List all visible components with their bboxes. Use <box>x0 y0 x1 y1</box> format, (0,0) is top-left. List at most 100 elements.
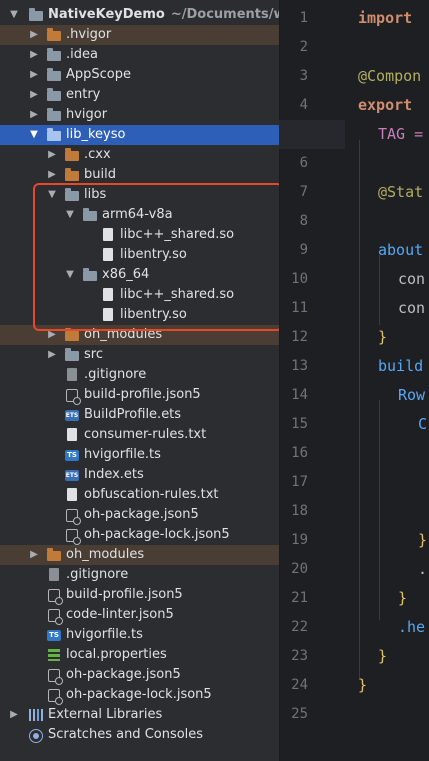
editor-gutter: 1 2 3 4 5 6 7 8 9 10 11 12 13 14 15 16 1… <box>279 0 353 761</box>
chevron-right-icon[interactable]: ▶ <box>46 145 58 165</box>
tree-item-file[interactable]: code-linter.json5 <box>0 605 279 625</box>
file-icon <box>100 248 116 262</box>
tree-item-label: src <box>84 347 103 362</box>
tree-item-label: .idea <box>66 47 98 62</box>
tree-item-file[interactable]: build-profile.json5 <box>0 385 279 405</box>
code-line-20: . <box>418 560 428 578</box>
tree-item-hvigor[interactable]: ▶ hvigor <box>0 105 279 125</box>
chevron-down-icon[interactable]: ▼ <box>64 205 76 225</box>
tree-item-x86-64[interactable]: ▼ x86_64 <box>0 265 279 285</box>
tree-item-label: hvigor <box>66 107 108 122</box>
tree-item-file[interactable]: libc++_shared.so <box>0 225 279 245</box>
tree-item-file[interactable]: oh-package.json5 <box>0 505 279 525</box>
code-line-15: C <box>418 415 428 433</box>
tree-item-entry[interactable]: ▶ entry <box>0 85 279 105</box>
gitignore-icon <box>46 568 62 582</box>
config-file-icon <box>64 528 81 545</box>
code-line-1: import <box>358 9 413 27</box>
tree-item-external-libraries[interactable]: ▶ External Libraries <box>0 705 279 725</box>
chevron-down-icon[interactable]: ▼ <box>46 185 58 205</box>
config-file-icon <box>46 588 63 605</box>
config-file-icon <box>46 668 63 685</box>
tree-item-file[interactable]: TS hvigorfile.ts <box>0 625 279 645</box>
line-number: 16 <box>291 445 308 461</box>
tree-item-oh-modules[interactable]: ▶ oh_modules <box>0 325 279 345</box>
text-file-icon <box>64 428 80 442</box>
tree-item-label: .hvigor <box>66 27 112 42</box>
folder-icon <box>46 548 62 562</box>
code-line-10: con <box>398 270 426 288</box>
chevron-right-icon[interactable]: ▶ <box>28 545 40 565</box>
code-line-13: build <box>378 357 424 375</box>
chevron-down-icon[interactable]: ▼ <box>8 5 20 25</box>
line-number: 19 <box>291 532 308 548</box>
tree-item-file[interactable]: oh-package-lock.json5 <box>0 525 279 545</box>
tree-item-oh-modules-root[interactable]: ▶ oh_modules <box>0 545 279 565</box>
tree-item-scratches[interactable]: Scratches and Consoles <box>0 725 279 745</box>
line-number: 15 <box>291 416 308 432</box>
tree-item-lib-keyso[interactable]: ▼ lib_keyso <box>0 125 279 145</box>
chevron-right-icon[interactable]: ▶ <box>28 25 40 45</box>
line-number: 17 <box>291 474 308 490</box>
code-line-11: con <box>398 299 426 317</box>
tree-item-file[interactable]: .gitignore <box>0 565 279 585</box>
chevron-right-icon[interactable]: ▶ <box>46 325 58 345</box>
chevron-right-icon[interactable]: ▶ <box>28 85 40 105</box>
tree-item-file[interactable]: local.properties <box>0 645 279 665</box>
chevron-right-icon[interactable]: ▶ <box>28 45 40 65</box>
folder-icon <box>64 188 80 202</box>
line-number: 12 <box>291 329 308 345</box>
ts-file-icon: TS <box>46 628 62 642</box>
chevron-right-icon[interactable]: ▶ <box>8 705 20 725</box>
tree-item-label: oh_modules <box>84 327 163 342</box>
tree-item-file[interactable]: ETS Index.ets <box>0 465 279 485</box>
tree-item-file[interactable]: consumer-rules.txt <box>0 425 279 445</box>
tree-item-project-root[interactable]: ▼ NativeKeyDemo~/Documents/work <box>0 5 279 25</box>
project-tree[interactable]: ▼ NativeKeyDemo~/Documents/work ▶ .hvigo… <box>0 0 279 761</box>
tree-item-label: build <box>84 167 116 182</box>
tree-item-arm64-v8a[interactable]: ▼ arm64-v8a <box>0 205 279 225</box>
tree-item-label: BuildProfile.ets <box>84 407 182 422</box>
tree-item-label: oh-package.json5 <box>66 667 181 682</box>
code-line-24: } <box>358 676 368 694</box>
tree-item-cxx[interactable]: ▶ .cxx <box>0 145 279 165</box>
tree-item-file[interactable]: oh-package.json5 <box>0 665 279 685</box>
chevron-right-icon[interactable]: ▶ <box>46 165 58 185</box>
tree-item-label: obfuscation-rules.txt <box>84 487 219 502</box>
tree-item-label: build-profile.json5 <box>66 587 183 602</box>
tree-item-file[interactable]: obfuscation-rules.txt <box>0 485 279 505</box>
indent-guide <box>359 140 360 680</box>
chevron-right-icon[interactable]: ▶ <box>28 65 40 85</box>
tree-item-libs[interactable]: ▼ libs <box>0 185 279 205</box>
tree-item-file[interactable]: libc++_shared.so <box>0 285 279 305</box>
line-number: 7 <box>299 184 308 200</box>
chevron-right-icon[interactable]: ▶ <box>28 105 40 125</box>
module-folder-icon <box>46 128 62 142</box>
chevron-down-icon[interactable]: ▼ <box>64 265 76 285</box>
tree-item-hvigor-dir[interactable]: ▶ .hvigor <box>0 25 279 45</box>
line-number: 6 <box>299 155 308 171</box>
tree-item-src[interactable]: ▶ src <box>0 345 279 365</box>
tree-item-file[interactable]: .gitignore <box>0 365 279 385</box>
tree-item-label: code-linter.json5 <box>66 607 174 622</box>
line-number: 25 <box>291 706 308 722</box>
folder-icon <box>64 328 80 342</box>
tree-item-file[interactable]: oh-package-lock.json5 <box>0 685 279 705</box>
chevron-right-icon[interactable]: ▶ <box>46 345 58 365</box>
config-file-icon <box>46 608 63 625</box>
line-number: 2 <box>299 39 308 55</box>
code-line-4: export <box>358 96 413 114</box>
tree-item-file[interactable]: TS hvigorfile.ts <box>0 445 279 465</box>
tree-item-label: libc++_shared.so <box>120 287 235 302</box>
tree-item-appscope[interactable]: ▶ AppScope <box>0 65 279 85</box>
tree-item-file[interactable]: ETS BuildProfile.ets <box>0 405 279 425</box>
tree-item-idea[interactable]: ▶ .idea <box>0 45 279 65</box>
tree-item-file[interactable]: libentry.so <box>0 305 279 325</box>
tree-item-label: Scratches and Consoles <box>48 727 204 742</box>
tree-item-label: .gitignore <box>84 367 147 382</box>
tree-item-build[interactable]: ▶ build <box>0 165 279 185</box>
code-editor[interactable]: import @Compon export TAG = @Stat about … <box>345 0 429 761</box>
tree-item-file[interactable]: libentry.so <box>0 245 279 265</box>
tree-item-file[interactable]: build-profile.json5 <box>0 585 279 605</box>
chevron-down-icon[interactable]: ▼ <box>28 125 40 145</box>
